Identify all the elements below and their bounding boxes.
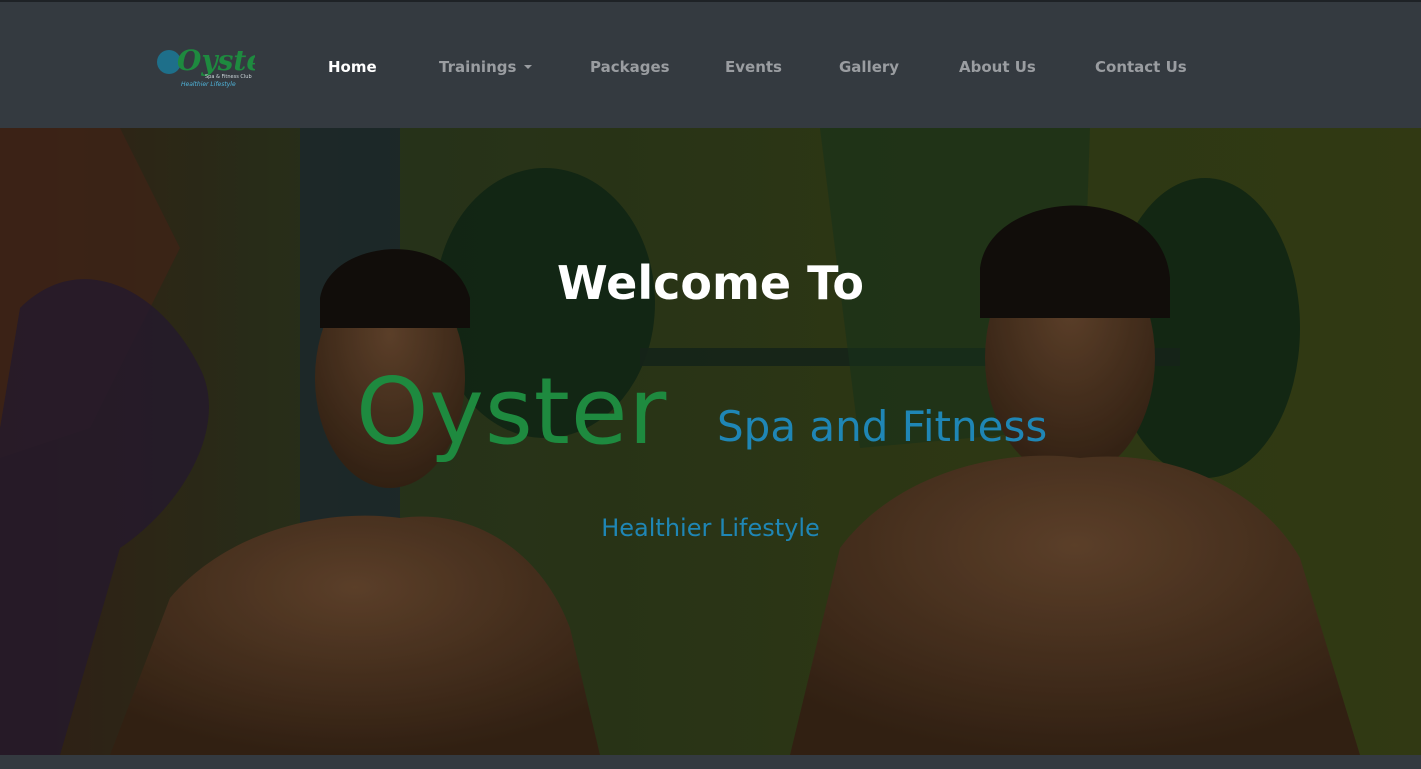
hero-brand-name: Oyster xyxy=(356,358,668,465)
logo-tagline: Healthier Lifestyle xyxy=(181,81,236,88)
hero-welcome-heading: Welcome To xyxy=(557,256,864,310)
nav-item-packages[interactable]: Packages xyxy=(590,58,670,76)
nav-item-events[interactable]: Events xyxy=(725,58,782,76)
nav-item-contact-us[interactable]: Contact Us xyxy=(1095,58,1187,76)
logo-text: Oyster xyxy=(177,44,255,77)
brand-logo[interactable]: Oyster Spa & Fitness Club Healthier Life… xyxy=(155,42,255,90)
hero-banner: Welcome To Oyster Spa and Fitness Health… xyxy=(0,128,1421,755)
nav-item-gallery[interactable]: Gallery xyxy=(839,58,899,76)
hero-brand-subtitle: Spa and Fitness xyxy=(717,402,1048,451)
nav-item-trainings[interactable]: Trainings xyxy=(439,58,533,76)
hero-tagline: Healthier Lifestyle xyxy=(601,514,820,542)
bottom-strip xyxy=(0,755,1421,769)
chevron-down-icon xyxy=(524,65,533,69)
logo-small-text: Spa & Fitness Club xyxy=(205,74,252,80)
nav-item-home[interactable]: Home xyxy=(328,58,377,76)
hero-brand-line: Oyster Spa and Fitness xyxy=(0,358,1421,468)
nav-item-trainings-label: Trainings xyxy=(439,58,517,76)
nav-item-about-us[interactable]: About Us xyxy=(959,58,1036,76)
navbar: Oyster Spa & Fitness Club Healthier Life… xyxy=(0,0,1421,128)
